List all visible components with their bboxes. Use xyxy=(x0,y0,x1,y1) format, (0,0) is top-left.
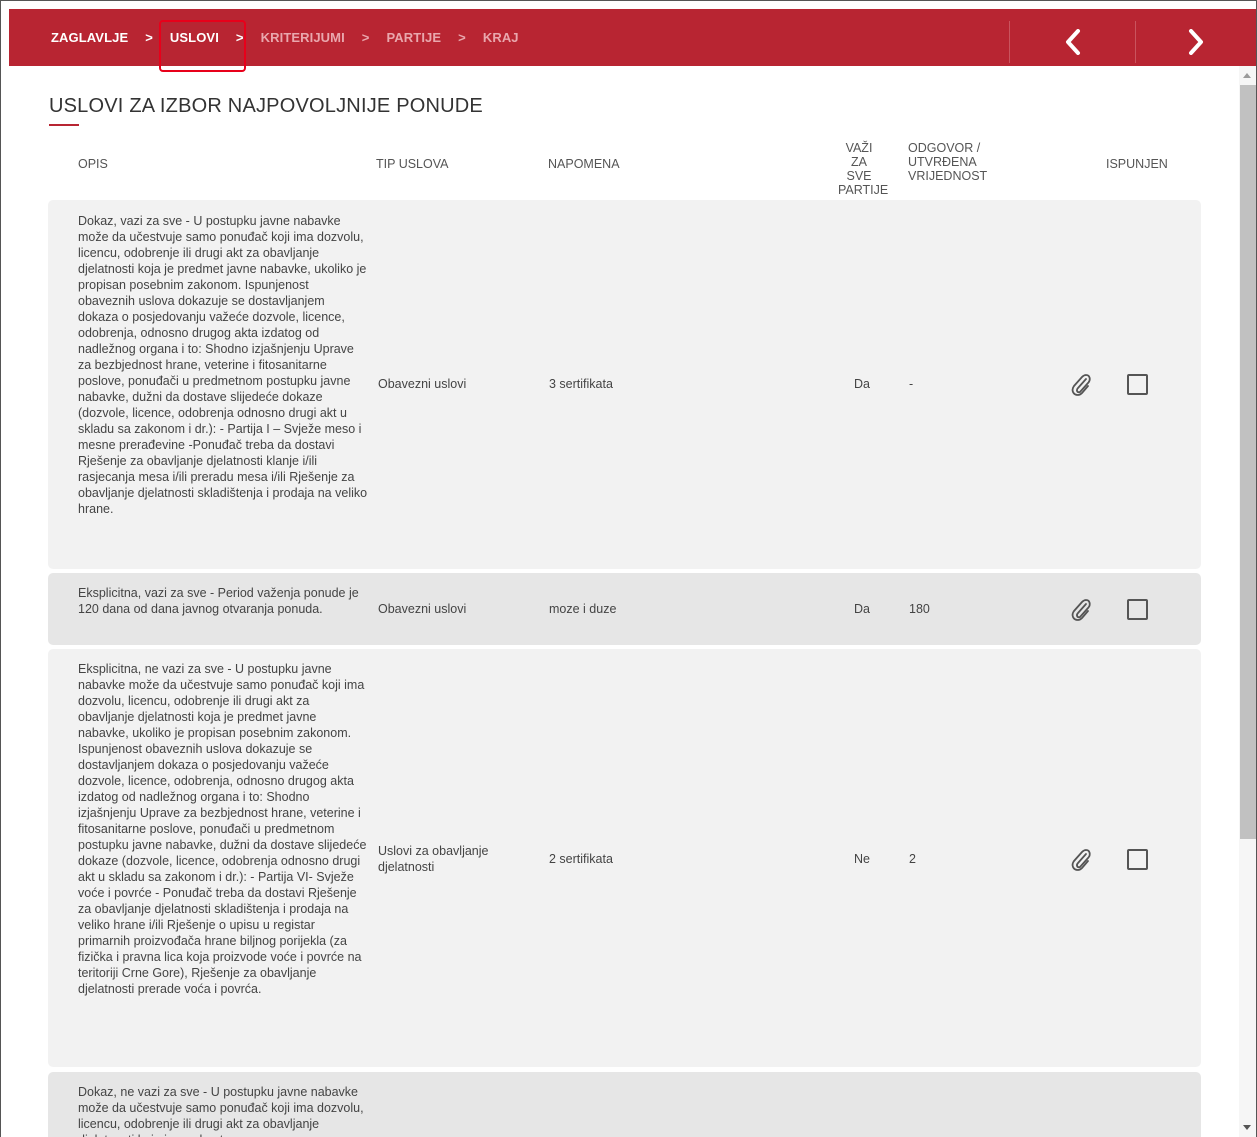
fulfilled-checkbox[interactable] xyxy=(1127,599,1148,620)
breadcrumb-item-kriterijumi[interactable]: KRITERIJUMI xyxy=(261,30,345,45)
nav-divider xyxy=(1135,21,1136,63)
header-line: VRIJEDNOST xyxy=(908,169,988,183)
breadcrumb-separator: > xyxy=(145,30,153,45)
paperclip-icon[interactable] xyxy=(1070,371,1092,397)
row-applies-all: Ne xyxy=(854,852,870,866)
breadcrumb-separator: > xyxy=(235,30,244,45)
scroll-up-arrow[interactable] xyxy=(1243,73,1251,78)
column-header-vazi-za-sve-partije: VAŽI ZA SVE PARTIJE xyxy=(838,141,889,197)
row-answer-value: - xyxy=(909,377,914,391)
column-header-tip-uslova: TIP USLOVA xyxy=(376,157,449,171)
wizard-topbar: ZAGLAVLJE > USLOVI > KRITERIJUMI > PARTI… xyxy=(9,9,1256,66)
previous-step-button[interactable] xyxy=(1043,21,1103,63)
header-line: PARTIJE xyxy=(838,183,889,197)
row-note: 3 sertifikata xyxy=(549,377,613,391)
row-description: Eksplicitna, vazi za sve - Period važenj… xyxy=(78,586,359,616)
breadcrumb-separator: > xyxy=(458,30,466,45)
breadcrumb-item-kraj[interactable]: KRAJ xyxy=(483,30,519,45)
table-row: Dokaz, ne vazi za sve - U postupku javne… xyxy=(48,1072,1201,1137)
scroll-down-arrow[interactable] xyxy=(1243,1125,1251,1130)
chevron-left-icon xyxy=(1066,29,1080,55)
header-line: VAŽI ZA xyxy=(845,141,873,169)
row-description: Dokaz, ne vazi za sve - U postupku javne… xyxy=(78,1085,364,1137)
table-row: Eksplicitna, vazi za sve - Period važenj… xyxy=(48,573,1201,645)
next-step-button[interactable] xyxy=(1166,21,1226,63)
row-note: moze i duze xyxy=(549,602,617,616)
row-condition-type: Obavezni uslovi xyxy=(378,602,467,616)
column-header-odgovor: ODGOVOR / UTVRĐENA VRIJEDNOST xyxy=(908,141,987,183)
chevron-right-icon xyxy=(1189,29,1203,55)
header-line: SVE xyxy=(846,169,872,183)
page-title: USLOVI ZA IZBOR NAJPOVOLJNIJE PONUDE xyxy=(49,95,483,117)
table-row: Eksplicitna, ne vazi za sve - U postupku… xyxy=(48,649,1201,1067)
column-header-opis: OPIS xyxy=(78,157,108,171)
row-applies-all: Da xyxy=(854,602,870,616)
row-condition-type: Obavezni uslovi xyxy=(378,377,467,391)
nav-divider xyxy=(1009,21,1010,63)
fulfilled-checkbox[interactable] xyxy=(1127,849,1148,870)
breadcrumb-item-uslovi[interactable]: USLOVI xyxy=(170,30,219,45)
row-condition-type: Uslovi za obavljanje djelatnosti xyxy=(378,844,489,874)
paperclip-icon[interactable] xyxy=(1070,846,1092,872)
row-description: Dokaz, vazi za sve - U postupku javne na… xyxy=(78,214,368,516)
row-applies-all: Da xyxy=(854,377,870,391)
column-header-napomena: NAPOMENA xyxy=(548,157,620,171)
header-line: UTVRĐENA xyxy=(908,155,977,169)
header-line: ODGOVOR / xyxy=(908,141,981,155)
main-content: USLOVI ZA IZBOR NAJPOVOLJNIJE PONUDE OPI… xyxy=(10,66,1239,1137)
fulfilled-checkbox[interactable] xyxy=(1127,374,1148,395)
column-header-ispunjen: ISPUNJEN xyxy=(1106,157,1168,171)
row-description: Eksplicitna, ne vazi za sve - U postupku… xyxy=(78,662,367,996)
breadcrumb-item-zaglavlje[interactable]: ZAGLAVLJE xyxy=(51,30,128,45)
paperclip-icon[interactable] xyxy=(1070,596,1092,622)
breadcrumb: ZAGLAVLJE > USLOVI > KRITERIJUMI > PARTI… xyxy=(51,9,519,66)
row-note: 2 sertifikata xyxy=(549,852,613,866)
breadcrumb-item-partije[interactable]: PARTIJE xyxy=(387,30,442,45)
table-row: Dokaz, vazi za sve - U postupku javne na… xyxy=(48,200,1201,569)
scrollbar-thumb[interactable] xyxy=(1240,85,1256,839)
breadcrumb-separator: > xyxy=(361,30,370,45)
row-answer-value: 180 xyxy=(909,602,930,616)
row-answer-value: 2 xyxy=(909,852,916,866)
app-frame: ZAGLAVLJE > USLOVI > KRITERIJUMI > PARTI… xyxy=(0,0,1257,1137)
title-underline xyxy=(49,124,79,126)
